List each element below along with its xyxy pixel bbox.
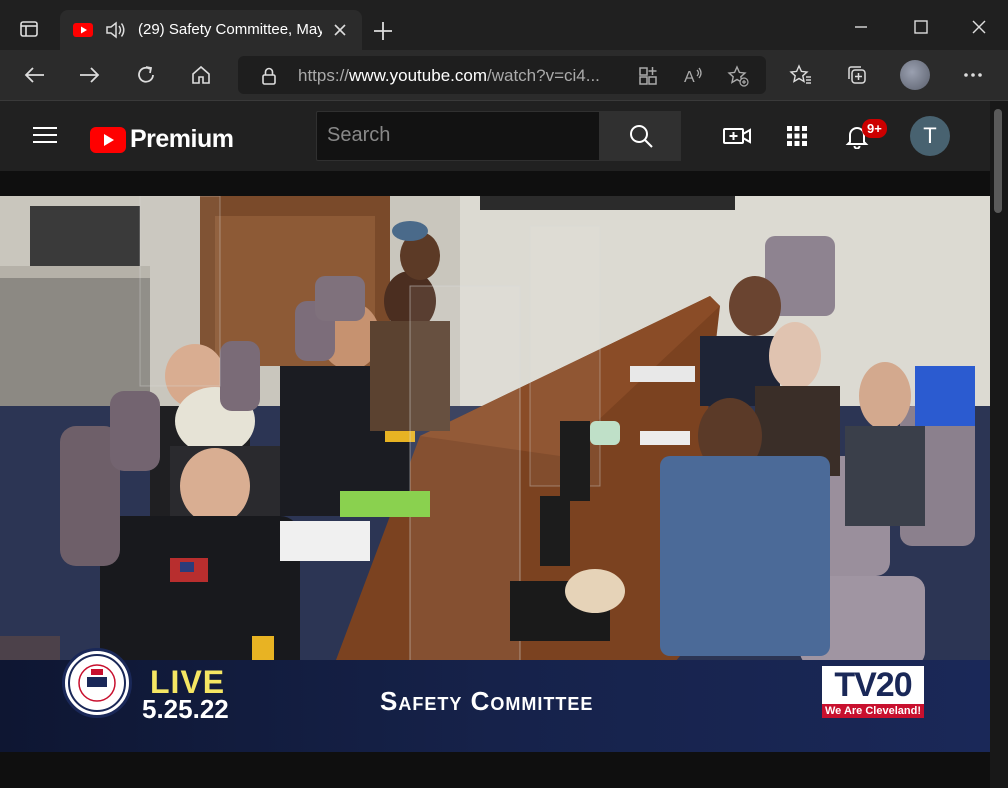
collections-icon[interactable]	[842, 60, 872, 90]
browser-tab-bar: (29) Safety Committee, May	[0, 0, 1008, 50]
new-tab-plus-icon[interactable]	[370, 18, 396, 44]
hamburger-menu-icon[interactable]	[32, 125, 58, 145]
refresh-icon[interactable]	[130, 60, 162, 90]
favorites-icon[interactable]	[786, 60, 816, 90]
broadcast-date: 5.25.22	[142, 694, 229, 724]
app-available-icon[interactable]	[636, 64, 660, 88]
youtube-play-icon	[90, 126, 126, 153]
notification-count-badge: 9+	[862, 119, 887, 138]
url-bar[interactable]: https://www.youtube.com/watch?v=ci4... A	[238, 56, 766, 94]
create-video-icon[interactable]	[722, 121, 752, 151]
home-icon[interactable]	[185, 60, 217, 90]
close-tab-icon[interactable]	[330, 20, 350, 40]
read-aloud-icon[interactable]: A	[682, 64, 706, 88]
apps-grid-icon[interactable]	[782, 121, 812, 151]
browser-profile-avatar[interactable]	[900, 60, 930, 90]
forward-arrow-icon[interactable]	[74, 60, 106, 90]
committee-title: Safety Committee	[380, 686, 594, 716]
url-text[interactable]: https://www.youtube.com/watch?v=ci4...	[298, 66, 600, 86]
page-below-player	[0, 752, 990, 788]
browser-tab-active[interactable]: (29) Safety Committee, May	[60, 10, 362, 50]
scrollbar-thumb[interactable]	[994, 109, 1002, 213]
more-options-icon[interactable]	[958, 60, 988, 90]
station-logo-text: TV20	[822, 666, 924, 704]
youtube-header: Premium 9+ T	[0, 101, 990, 171]
station-tagline: We Are Cleveland!	[822, 704, 924, 718]
tv20-logo: TV20 We Are Cleveland!	[822, 666, 924, 718]
minimize-icon[interactable]	[846, 12, 876, 42]
back-arrow-icon[interactable]	[18, 60, 50, 90]
youtube-favicon-icon	[73, 23, 93, 42]
user-avatar[interactable]: T	[910, 116, 950, 156]
add-favorite-star-icon[interactable]	[726, 64, 750, 88]
address-toolbar: https://www.youtube.com/watch?v=ci4... A	[0, 50, 1008, 101]
lock-icon[interactable]	[260, 66, 278, 91]
youtube-premium-logo[interactable]: Premium	[90, 125, 234, 154]
tab-title: (29) Safety Committee, May	[138, 21, 322, 38]
tab-actions-icon[interactable]	[14, 14, 44, 44]
logo-text: Premium	[130, 125, 234, 153]
cleveland-city-council-seal-logo	[62, 648, 132, 718]
search-input[interactable]	[317, 112, 597, 159]
search-button[interactable]	[600, 111, 681, 161]
search-box[interactable]	[316, 111, 600, 161]
svg-text:A: A	[684, 69, 695, 86]
search-icon	[629, 125, 653, 148]
maximize-icon[interactable]	[906, 12, 936, 42]
speaker-icon[interactable]	[104, 20, 128, 45]
window-close-icon[interactable]	[964, 12, 994, 42]
page-scrollbar[interactable]	[990, 101, 1008, 788]
video-player[interactable]: LIVE 5.25.22 Safety Committee TV20 We Ar…	[0, 196, 990, 752]
